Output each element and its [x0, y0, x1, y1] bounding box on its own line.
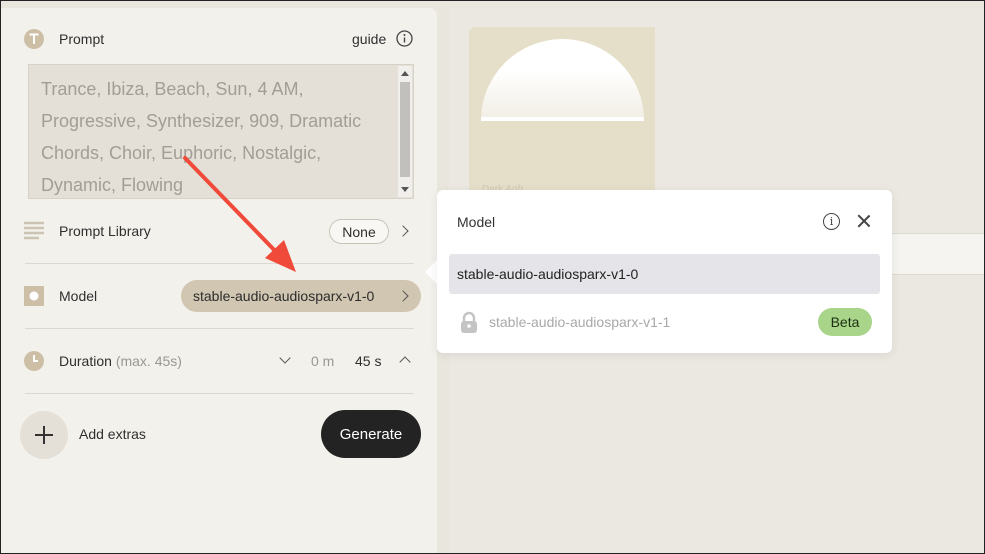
popover-title: Model	[457, 214, 496, 230]
divider	[25, 328, 414, 329]
info-icon[interactable]	[396, 30, 413, 52]
model-option-locked[interactable]: stable-audio-audiosparx-v1-1 Beta	[449, 302, 880, 342]
prompt-label: Prompt	[59, 31, 105, 47]
duration-label-text: Duration	[59, 353, 112, 369]
generate-button[interactable]: Generate	[321, 410, 421, 458]
prompt-library-label: Prompt Library	[59, 223, 151, 239]
beta-badge: Beta	[818, 308, 872, 336]
duration-minutes[interactable]: 0 m	[311, 353, 334, 369]
clock-icon	[23, 350, 45, 372]
add-extras-label[interactable]: Add extras	[79, 426, 146, 442]
model-popover: Model i stable-audio-audiosparx-v1-0 sta…	[437, 190, 892, 353]
chevron-right-icon[interactable]	[397, 225, 409, 237]
chevron-right-icon	[397, 290, 409, 302]
popover-arrow	[425, 260, 437, 284]
model-selector[interactable]: stable-audio-audiosparx-v1-0	[181, 280, 421, 312]
model-option-label: stable-audio-audiosparx-v1-1	[489, 314, 671, 330]
prompt-scrollbar[interactable]	[398, 66, 412, 197]
model-label: Model	[59, 288, 98, 304]
model-option-label: stable-audio-audiosparx-v1-0	[457, 266, 639, 282]
track-row	[880, 233, 985, 275]
plus-icon	[35, 426, 53, 444]
duration-label: Duration (max. 45s)	[59, 353, 182, 369]
info-icon[interactable]: i	[823, 213, 840, 230]
prompt-text: Trance, Ibiza, Beach, Sun, 4 AM, Progres…	[41, 79, 362, 195]
scroll-up-arrow-icon[interactable]	[401, 71, 409, 76]
duration-hint: (max. 45s)	[115, 353, 182, 369]
text-icon	[23, 28, 45, 50]
prompt-textarea[interactable]: Trance, Ibiza, Beach, Sun, 4 AM, Progres…	[28, 64, 414, 199]
model-icon	[23, 285, 45, 307]
guide-link[interactable]: guide	[352, 31, 386, 47]
chevron-up-icon[interactable]	[399, 356, 411, 368]
divider	[25, 263, 414, 264]
model-selector-value: stable-audio-audiosparx-v1-0	[193, 288, 375, 304]
add-extras-button[interactable]	[20, 411, 68, 459]
list-icon	[23, 220, 45, 242]
model-option-selected[interactable]: stable-audio-audiosparx-v1-0	[449, 254, 880, 294]
generation-panel: Prompt guide Trance, Ibiza, Beach, Sun, …	[1, 8, 437, 553]
divider	[25, 393, 414, 394]
scroll-thumb[interactable]	[400, 82, 410, 177]
chevron-down-icon[interactable]	[279, 352, 291, 364]
prompt-library-value[interactable]: None	[329, 219, 389, 244]
lock-icon	[461, 311, 477, 333]
duration-seconds[interactable]: 45 s	[355, 353, 381, 369]
close-icon[interactable]	[855, 212, 873, 230]
scroll-down-arrow-icon[interactable]	[401, 187, 409, 192]
